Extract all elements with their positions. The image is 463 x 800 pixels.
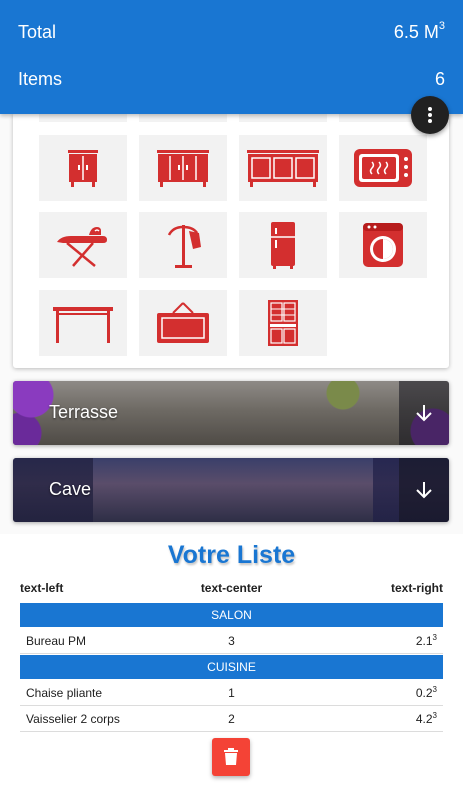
table-row[interactable]: Chaise pliante 1 0.23 [20, 680, 443, 706]
total-label: Total [18, 22, 57, 42]
ironing-board-icon[interactable] [39, 212, 127, 278]
room-label: Cave [49, 479, 92, 499]
item-name: Vaisselier 2 corps [26, 711, 120, 726]
room-cave[interactable]: Cave [13, 458, 449, 522]
room-label: Terrasse [49, 402, 119, 422]
buffet-icon[interactable] [239, 135, 327, 201]
furniture-grid [13, 112, 449, 368]
arrow-down-icon[interactable] [399, 458, 449, 522]
volume-exp: 3 [432, 711, 437, 720]
total-row: Total 6.5 M3 [18, 20, 445, 43]
china-cabinet-icon[interactable] [239, 290, 327, 356]
sideboard-icon[interactable] [139, 135, 227, 201]
items-value: 6 [434, 69, 445, 89]
mirror-frame-icon[interactable] [139, 290, 227, 356]
table-icon[interactable] [39, 290, 127, 356]
item-name: Chaise pliante [26, 685, 103, 700]
volume-exp: 3 [432, 685, 437, 694]
volume-value: 4.2 [415, 712, 433, 726]
table-row[interactable]: Bureau PM 3 2.13 [20, 628, 443, 654]
volume-exp: 3 [432, 633, 437, 642]
items-row: Items 6 [18, 69, 445, 90]
section-header: SALON [20, 603, 443, 627]
total-value: 6.5 M3 [393, 20, 445, 43]
refrigerator-icon[interactable] [239, 212, 327, 278]
item-qty: 3 [228, 633, 235, 648]
delete-button[interactable] [212, 738, 250, 776]
washing-machine-icon[interactable] [339, 212, 427, 278]
table-header: text-left text-center text-right [20, 581, 443, 601]
item-qty: 1 [228, 685, 235, 700]
summary-header: Total 6.5 M3 Items 6 [0, 0, 463, 114]
list-title: Votre Liste [167, 541, 296, 569]
trash-icon [224, 748, 238, 765]
section-header: CUISINE [20, 655, 443, 679]
column-header: text-center [200, 581, 263, 595]
room-terrasse[interactable]: Terrasse [13, 381, 449, 445]
total-unit-exponent: 3 [438, 20, 445, 32]
coat-rack-icon[interactable] [139, 212, 227, 278]
inventory-list: Votre Liste text-left text-center text-r… [0, 534, 463, 800]
total-volume: 6.5 M [393, 22, 439, 42]
items-label: Items [18, 69, 63, 89]
volume-value: 2.1 [415, 634, 433, 648]
volume-value: 0.2 [415, 686, 433, 700]
item-volume: 2.13 [300, 633, 437, 648]
arrow-down-icon[interactable] [399, 381, 449, 445]
app-screen: Total 6.5 M3 Items 6 Terrasse Cave Votre… [0, 0, 463, 800]
item-volume: 0.23 [300, 685, 437, 700]
column-header: text-right [391, 581, 443, 595]
item-qty: 2 [228, 711, 235, 726]
cabinet-icon[interactable] [39, 135, 127, 201]
column-header: text-left [20, 581, 64, 595]
table-row[interactable]: Vaisselier 2 corps 2 4.23 [20, 706, 443, 732]
item-volume: 4.23 [300, 711, 437, 726]
microwave-icon[interactable] [339, 135, 427, 201]
more-vert-icon[interactable] [411, 96, 449, 134]
item-name: Bureau PM [26, 633, 87, 648]
